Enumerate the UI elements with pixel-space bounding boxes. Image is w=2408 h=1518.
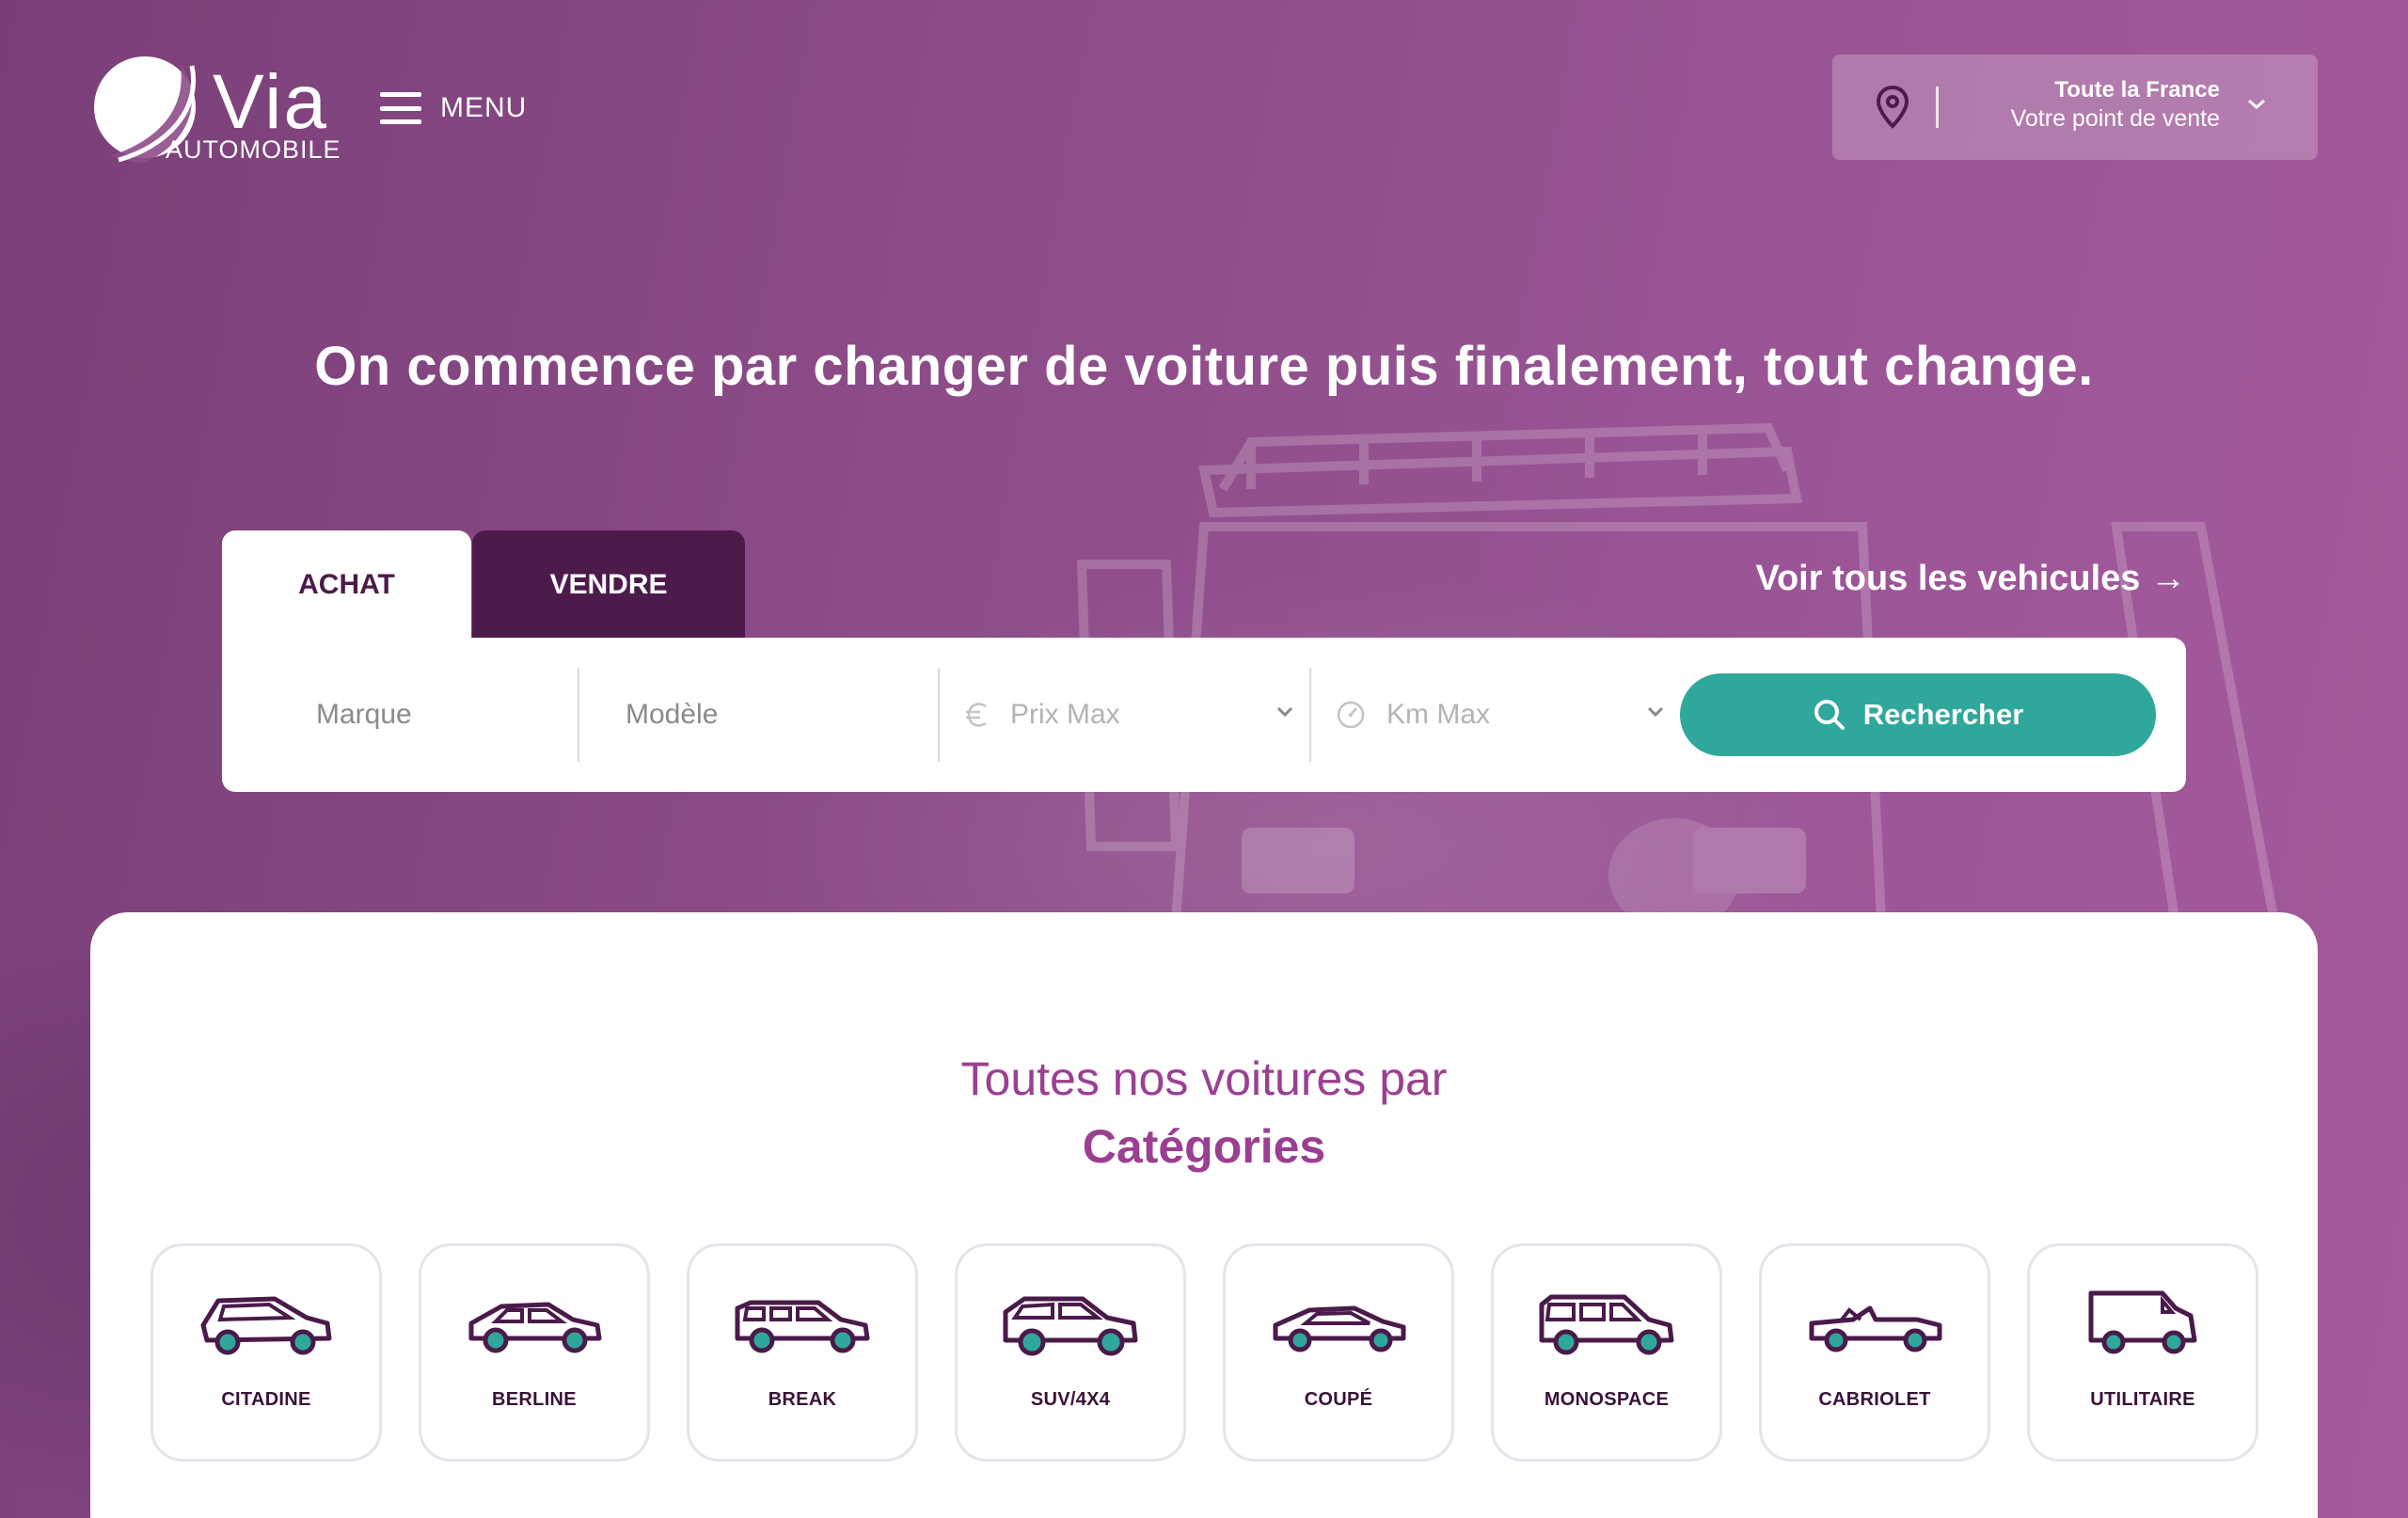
- categories-list: CITADINE BERLINE BREAK SUV/4X4 COUPÉ MON…: [150, 1243, 2258, 1462]
- categories-panel: Toutes nos voitures par Catégories CITAD…: [90, 912, 2318, 1518]
- suv-car-icon: [1003, 1296, 1138, 1356]
- category-monospace[interactable]: MONOSPACE: [1491, 1243, 1722, 1462]
- search-button-label: Rechercher: [1862, 698, 2024, 731]
- category-cabriolet[interactable]: CABRIOLET: [1759, 1243, 1990, 1462]
- brand-name: Via: [213, 59, 329, 145]
- monospace-car-icon: [1539, 1294, 1674, 1355]
- category-label: COUPÉ: [1304, 1389, 1373, 1410]
- modele-field[interactable]: Modèle: [626, 668, 945, 762]
- category-label: CITADINE: [221, 1389, 311, 1410]
- search-button[interactable]: Rechercher: [1680, 673, 2156, 756]
- chevron-down-icon: [2248, 99, 2265, 109]
- location-divider: [1936, 87, 1939, 128]
- categories-title: Catégories: [1082, 1120, 1326, 1173]
- brand-logo[interactable]: Via AUTOMOBILE: [90, 53, 344, 166]
- berline-car-icon: [468, 1302, 602, 1353]
- brand-subname: AUTOMOBILE: [166, 135, 341, 164]
- category-break[interactable]: BREAK: [687, 1243, 918, 1462]
- field-divider: [938, 668, 940, 762]
- modele-placeholder: Modèle: [626, 699, 719, 730]
- coupe-car-icon: [1273, 1305, 1406, 1352]
- euro-icon: [965, 701, 990, 729]
- utilitaire-van-icon: [2088, 1290, 2197, 1354]
- location-pin-icon: [1876, 85, 1909, 129]
- category-citadine[interactable]: CITADINE: [150, 1243, 382, 1462]
- menu-label: MENU: [440, 92, 528, 123]
- location-title: Toute la France: [2054, 77, 2220, 103]
- hamburger-icon: [380, 92, 421, 124]
- tab-achat[interactable]: ACHAT: [222, 530, 471, 640]
- field-divider: [578, 668, 579, 762]
- km-max-label: Km Max: [1386, 699, 1491, 730]
- all-vehicles-link[interactable]: Voir tous les vehicules →: [1755, 559, 2186, 599]
- category-coupe[interactable]: COUPÉ: [1223, 1243, 1454, 1462]
- category-label: UTILITAIRE: [2090, 1389, 2195, 1410]
- category-label: SUV/4X4: [1030, 1389, 1111, 1410]
- km-max-select[interactable]: Km Max: [1336, 668, 1665, 762]
- category-utilitaire[interactable]: UTILITAIRE: [2027, 1243, 2258, 1462]
- marque-field[interactable]: Marque: [316, 668, 561, 762]
- category-label: BERLINE: [492, 1389, 577, 1410]
- search-icon: [1814, 700, 1845, 730]
- search-form: Marque Modèle Prix Max Km Max Rechercher: [222, 638, 2186, 792]
- category-label: BREAK: [768, 1389, 837, 1410]
- cabriolet-car-icon: [1809, 1305, 1942, 1352]
- field-divider: [1309, 668, 1311, 762]
- tab-vendre[interactable]: VENDRE: [472, 530, 745, 640]
- location-subtitle: Votre point de vente: [2010, 105, 2220, 132]
- chevron-down-icon: [1647, 706, 1664, 718]
- category-berline[interactable]: BERLINE: [419, 1243, 650, 1462]
- prix-max-select[interactable]: Prix Max: [965, 668, 1294, 762]
- break-car-icon: [735, 1300, 870, 1353]
- citadine-car-icon: [200, 1296, 332, 1355]
- prix-max-label: Prix Max: [1010, 699, 1120, 730]
- hero-headline: On commence par changer de voiture puis …: [314, 336, 2094, 397]
- marque-placeholder: Marque: [316, 699, 412, 730]
- menu-button[interactable]: MENU: [380, 92, 527, 124]
- category-suv[interactable]: SUV/4X4: [955, 1243, 1186, 1462]
- category-label: CABRIOLET: [1818, 1389, 1931, 1410]
- category-label: MONOSPACE: [1544, 1389, 1670, 1410]
- categories-subtitle: Toutes nos voitures par: [960, 1052, 1448, 1105]
- location-selector[interactable]: Toute la France Votre point de vente: [1832, 55, 2318, 160]
- location-text: Toute la France Votre point de vente: [2011, 77, 2220, 133]
- chevron-down-icon: [1276, 706, 1293, 718]
- speedometer-icon: [1336, 700, 1366, 730]
